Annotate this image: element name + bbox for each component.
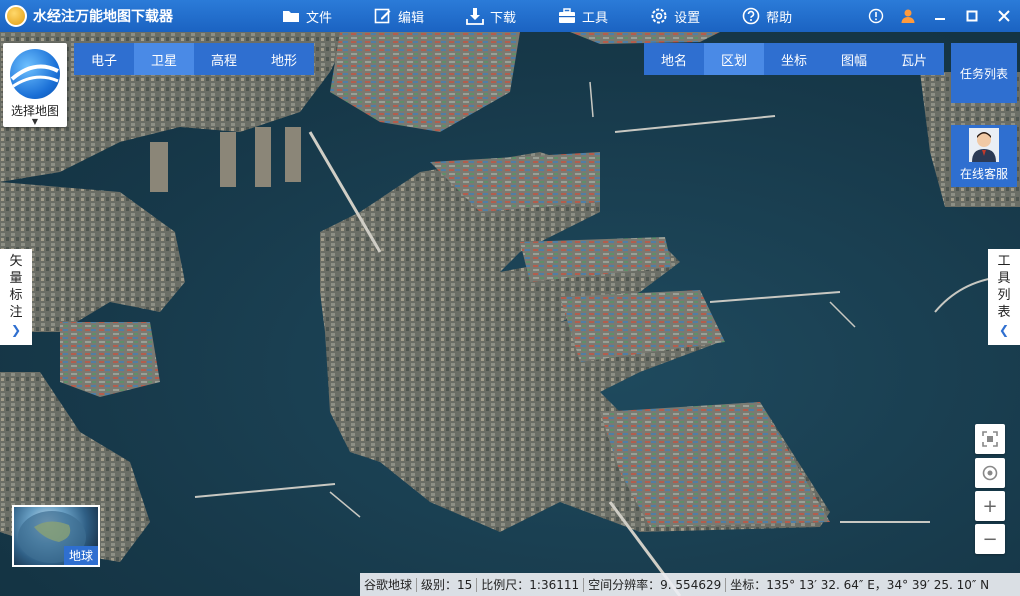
- tab-satellite[interactable]: 卫星: [134, 43, 194, 75]
- tools-panel-char: 工: [997, 254, 1011, 269]
- menu-help[interactable]: 帮助: [742, 0, 792, 32]
- satellite-imagery: [0, 32, 1020, 596]
- folder-icon: [283, 11, 299, 22]
- fullscreen-icon: [982, 431, 998, 447]
- user-icon[interactable]: [892, 0, 924, 32]
- gear-icon: [651, 8, 667, 24]
- layer-tabs: 电子 卫星 高程 地形: [74, 43, 314, 75]
- status-resolution: 空间分辨率：9. 554629: [588, 578, 722, 592]
- status-scale: 比例尺：1:36111: [481, 578, 580, 592]
- edit-icon: [374, 8, 391, 24]
- fullscreen-button[interactable]: [975, 424, 1005, 454]
- tab-electronic[interactable]: 电子: [74, 43, 134, 75]
- menu-tools[interactable]: 工具: [558, 0, 608, 32]
- app-title: 水经注万能地图下载器: [33, 9, 173, 25]
- menu-edit-label: 编辑: [398, 10, 425, 26]
- download-icon: [466, 8, 484, 25]
- info-icon[interactable]: [860, 0, 892, 32]
- locate-button[interactable]: [975, 458, 1005, 488]
- tool-tabs: 地名 区划 坐标 图幅 瓦片: [644, 43, 944, 75]
- toolbox-icon: [559, 8, 576, 23]
- tools-panel-char: 表: [997, 305, 1011, 320]
- globe-icon: [10, 49, 60, 99]
- status-bar: 谷歌地球 级别：15 比例尺：1:36111 空间分辨率：9. 554629 坐…: [360, 573, 1020, 596]
- status-coordinates: 坐标：135° 13′ 32. 64″ E，34° 39′ 25. 10″ N: [730, 578, 990, 592]
- customer-service-agent-icon: [969, 128, 999, 162]
- vector-panel-char: 注: [9, 305, 23, 320]
- tools-list-panel-toggle[interactable]: 工 具 列 表 ❮: [988, 249, 1020, 345]
- tab-terrain[interactable]: 地形: [254, 43, 314, 75]
- chevron-right-icon: ❯: [10, 323, 22, 337]
- tab-coordinate[interactable]: 坐标: [764, 43, 824, 75]
- select-map-button[interactable]: 选择地图 ▼: [3, 43, 67, 127]
- menu-edit[interactable]: 编辑: [374, 0, 424, 32]
- task-list-button[interactable]: 任务列表: [951, 43, 1017, 103]
- tab-map-sheet[interactable]: 图幅: [824, 43, 884, 75]
- earth-view-button[interactable]: 地球: [12, 505, 100, 567]
- online-service-label: 在线客服: [959, 167, 1008, 181]
- minus-icon: −: [982, 528, 998, 550]
- title-bar: 水经注万能地图下载器 文件 编辑 下载 工具 设置 帮助: [0, 0, 1020, 32]
- tools-panel-char: 具: [997, 271, 1011, 286]
- chevron-down-icon: ▼: [31, 117, 39, 126]
- menu-settings[interactable]: 设置: [650, 0, 700, 32]
- maximize-icon[interactable]: [956, 0, 988, 32]
- menu-download[interactable]: 下载: [466, 0, 516, 32]
- menu-file-label: 文件: [306, 10, 333, 26]
- menu-download-label: 下载: [490, 10, 517, 26]
- online-service-button[interactable]: 在线客服: [951, 125, 1017, 187]
- vector-panel-char: 标: [9, 288, 23, 303]
- zoom-in-button[interactable]: +: [975, 491, 1005, 521]
- chevron-left-icon: ❮: [998, 323, 1010, 337]
- vector-panel-char: 量: [9, 271, 23, 286]
- tab-place-name[interactable]: 地名: [644, 43, 704, 75]
- tab-tile[interactable]: 瓦片: [884, 43, 944, 75]
- map-canvas[interactable]: 选择地图 ▼ 电子 卫星 高程 地形 地名 区划 坐标 图幅 瓦片 任务列表 在…: [0, 32, 1020, 596]
- help-icon: [742, 7, 760, 25]
- menu-settings-label: 设置: [674, 10, 701, 26]
- vector-panel-char: 矢: [9, 254, 23, 269]
- status-source: 谷歌地球: [364, 578, 413, 592]
- zoom-out-button[interactable]: −: [975, 524, 1005, 554]
- tools-panel-char: 列: [997, 288, 1011, 303]
- status-level: 级别：15: [421, 578, 473, 592]
- menu-tools-label: 工具: [582, 10, 609, 26]
- earth-label: 地球: [63, 546, 98, 565]
- app-logo-icon: [5, 5, 27, 27]
- minimize-icon[interactable]: [924, 0, 956, 32]
- vector-annotation-panel-toggle[interactable]: 矢 量 标 注 ❯: [0, 249, 32, 345]
- tab-elevation[interactable]: 高程: [194, 43, 254, 75]
- tab-district[interactable]: 区划: [704, 43, 764, 75]
- locate-icon: [982, 465, 998, 481]
- menu-help-label: 帮助: [766, 10, 793, 26]
- close-icon[interactable]: [988, 0, 1020, 32]
- menu-file[interactable]: 文件: [282, 0, 332, 32]
- plus-icon: +: [982, 495, 998, 517]
- main-menu: 文件 编辑 下载 工具 设置 帮助: [282, 0, 834, 32]
